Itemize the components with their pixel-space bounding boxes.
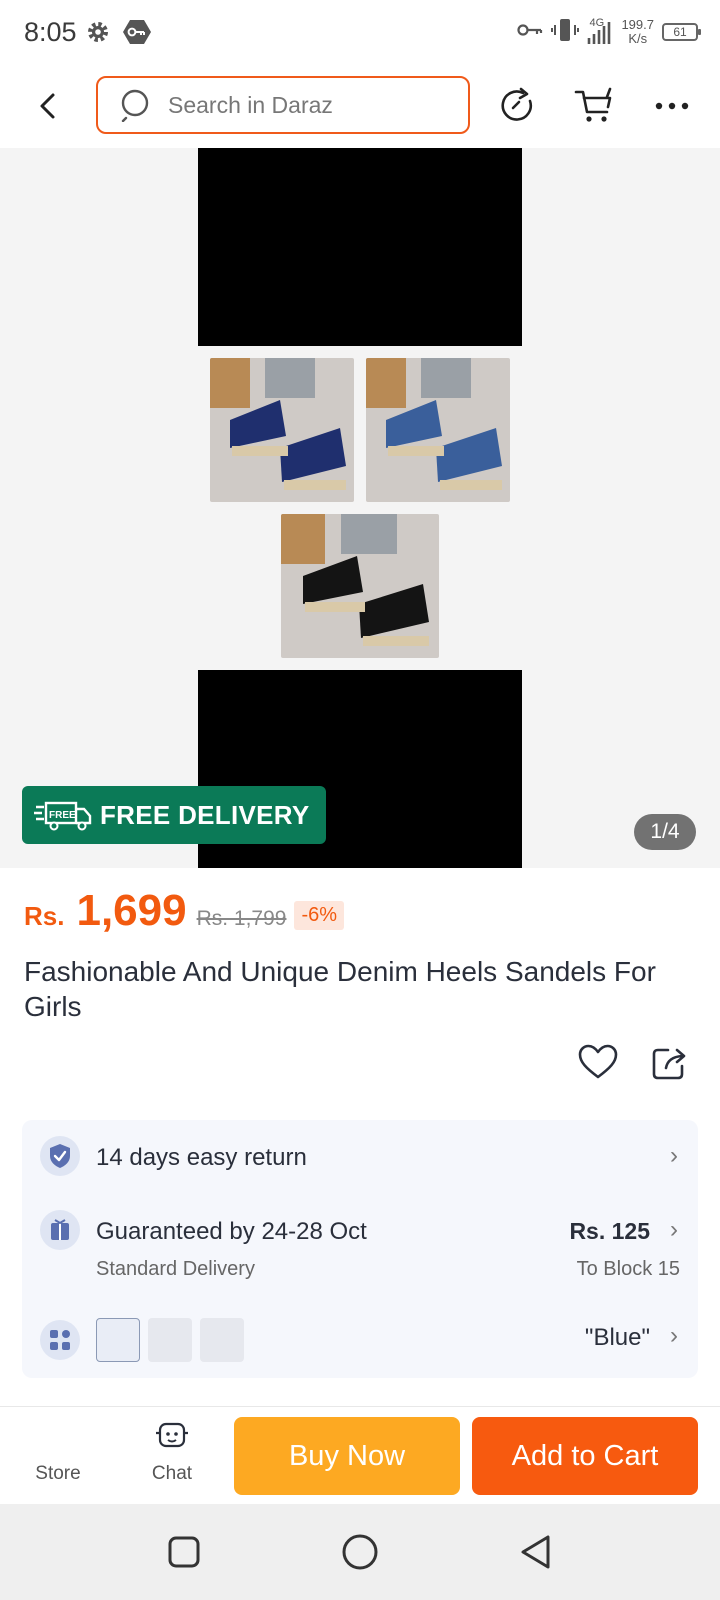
status-bar: 8:05 4G 199.7 K/s 61 bbox=[0, 0, 720, 64]
top-header: Search in Daraz bbox=[0, 64, 720, 148]
price-row: Rs. 1,699 Rs. 1,799 -6% bbox=[24, 886, 345, 938]
buy-now-button[interactable]: Buy Now bbox=[234, 1417, 460, 1495]
delivery-info-card: 14 days easy return › Guaranteed by 24-2… bbox=[22, 1120, 698, 1378]
heart-icon bbox=[578, 1044, 618, 1079]
variant-thumb-3[interactable] bbox=[200, 1318, 244, 1362]
more-icon bbox=[655, 102, 689, 110]
image-page-indicator: 1/4 bbox=[634, 814, 696, 850]
delivery-type-text: Standard Delivery bbox=[96, 1258, 255, 1280]
product-image-black bbox=[281, 514, 439, 658]
circle-icon bbox=[342, 1534, 378, 1570]
chat-button[interactable]: Chat bbox=[144, 1407, 200, 1505]
delivery-truck-icon: FREE bbox=[34, 801, 92, 831]
selected-variant: "Blue" bbox=[584, 1324, 650, 1351]
square-icon bbox=[168, 1536, 200, 1568]
share-icon bbox=[652, 1048, 686, 1080]
search-input[interactable]: Search in Daraz bbox=[96, 76, 470, 134]
product-title: Fashionable And Unique Denim Heels Sande… bbox=[24, 956, 656, 1022]
image-black-top bbox=[198, 148, 522, 346]
vibrate-icon bbox=[551, 17, 580, 48]
search-placeholder: Search in Daraz bbox=[168, 91, 333, 118]
free-delivery-badge: FREE FREE DELIVERY bbox=[22, 786, 326, 844]
product-image-blue bbox=[366, 358, 510, 502]
gear-icon bbox=[86, 20, 110, 49]
truck-free-label: FREE bbox=[49, 810, 76, 821]
variants-grid-icon bbox=[40, 1320, 80, 1360]
shipping-price: Rs. 125 bbox=[569, 1218, 650, 1244]
net-speed: 199.7 K/s bbox=[621, 18, 654, 46]
search-icon bbox=[121, 89, 149, 122]
original-price: Rs. 1,799 bbox=[196, 907, 287, 930]
product-image-gallery[interactable]: FREE FREE DELIVERY 1/4 bbox=[0, 148, 720, 868]
key-icon bbox=[517, 22, 543, 43]
vpn-key-icon bbox=[122, 19, 152, 50]
cart-icon bbox=[574, 87, 612, 122]
refresh-button[interactable] bbox=[496, 84, 540, 128]
store-button[interactable]: Store bbox=[28, 1407, 88, 1505]
net-speed-value: 199.7 bbox=[621, 17, 654, 32]
system-navigation-bar bbox=[0, 1504, 720, 1600]
signal-icon: 4G bbox=[587, 18, 613, 46]
back-icon bbox=[40, 93, 55, 119]
package-icon bbox=[40, 1210, 80, 1250]
delivery-date-text: Guaranteed by 24-28 Oct bbox=[96, 1218, 367, 1245]
product-image-navy bbox=[210, 358, 354, 502]
wishlist-button[interactable] bbox=[578, 1044, 618, 1085]
more-button[interactable] bbox=[650, 84, 694, 128]
chat-label: Chat bbox=[151, 1463, 193, 1484]
triangle-back-icon bbox=[521, 1535, 550, 1569]
add-to-cart-button[interactable]: Add to Cart bbox=[472, 1417, 698, 1495]
recents-button[interactable] bbox=[162, 1530, 206, 1574]
discount-badge: -6% bbox=[294, 901, 345, 930]
shipping-destination: To Block 15 bbox=[576, 1258, 680, 1280]
current-price: 1,699 bbox=[76, 886, 187, 935]
system-back-button[interactable] bbox=[514, 1530, 558, 1574]
share-button[interactable] bbox=[652, 1046, 688, 1085]
bottom-action-bar: Store Chat Buy Now Add to Cart bbox=[0, 1406, 720, 1504]
cart-button[interactable] bbox=[572, 84, 616, 128]
return-policy-text: 14 days easy return bbox=[96, 1144, 307, 1171]
status-indicators: 4G 199.7 K/s 61 bbox=[517, 14, 701, 50]
status-time: 8:05 bbox=[24, 17, 77, 47]
chat-icon bbox=[156, 1422, 188, 1448]
home-button[interactable] bbox=[338, 1530, 382, 1574]
chevron-right-icon: › bbox=[670, 1322, 678, 1349]
price-currency: Rs. bbox=[24, 901, 65, 931]
battery-icon: 61 bbox=[662, 23, 701, 41]
net-speed-unit: K/s bbox=[628, 31, 648, 46]
free-delivery-label: FREE DELIVERY bbox=[100, 799, 310, 830]
shield-check-icon bbox=[40, 1136, 80, 1176]
store-label: Store bbox=[35, 1463, 81, 1484]
back-button[interactable] bbox=[30, 86, 66, 126]
chevron-right-icon: › bbox=[670, 1216, 678, 1243]
variant-thumb-1[interactable] bbox=[96, 1318, 140, 1362]
variant-thumb-2[interactable] bbox=[148, 1318, 192, 1362]
chevron-right-icon: › bbox=[670, 1142, 678, 1169]
refresh-icon bbox=[501, 87, 532, 121]
